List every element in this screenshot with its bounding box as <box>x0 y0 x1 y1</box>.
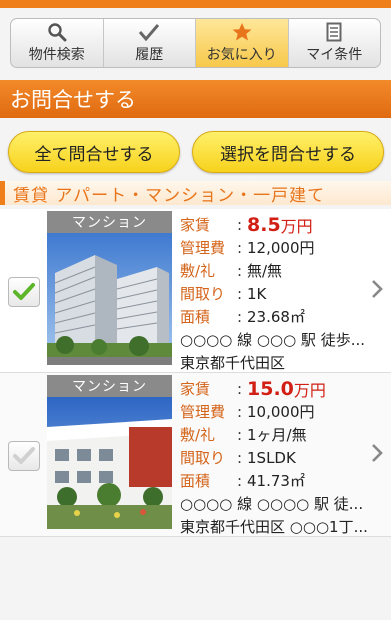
layout-label: 間取り <box>180 285 226 303</box>
station-line: ○○○○ 線 ○○○○ 駅 徒... <box>180 495 364 513</box>
colon: : <box>237 215 243 234</box>
area-label: 面積 <box>180 308 211 326</box>
building-photo <box>47 233 172 365</box>
building-photo <box>47 397 172 529</box>
tab-label: 物件検索 <box>28 47 85 63</box>
fee-label: 管理費 <box>180 239 226 257</box>
rent-line: 家賃:15.0 万円 <box>180 377 375 400</box>
tab-bar: 物件検索 履歴 お気に入り マイ条件 <box>10 18 381 68</box>
tab-favorites[interactable]: お気に入り <box>196 19 289 67</box>
category-header: 賃貸 アパート・マンション・一戸建て <box>0 181 391 206</box>
checkmark-icon <box>138 22 160 42</box>
fee-value: 12,000円 <box>247 239 315 257</box>
fee-line: 管理費:10,000円 <box>180 400 375 423</box>
property-checkbox-checked[interactable] <box>8 277 40 307</box>
chevron-right-icon[interactable] <box>371 443 383 463</box>
top-accent-bar <box>0 0 391 8</box>
rent-line: 家賃:8.5 万円 <box>180 213 375 236</box>
deposit-value: 1ヶ月/無 <box>247 426 307 444</box>
fee-value: 10,000円 <box>247 403 315 421</box>
tab-label: マイ条件 <box>306 47 363 63</box>
inquire-selected-button[interactable]: 選択を問合せする <box>192 131 384 173</box>
colon: : <box>237 402 243 421</box>
fee-line: 管理費:12,000円 <box>180 236 375 259</box>
deposit-line: 敷/礼:1ヶ月/無 <box>180 423 375 446</box>
search-icon <box>47 22 67 42</box>
rent-value: 15.0 <box>247 377 294 400</box>
property-row[interactable]: マンション 家賃:15.0 万円 管理費:10,000円 敷/礼:1ヶ月/無 間取 <box>0 373 391 537</box>
checkmark-icon <box>13 283 35 300</box>
area-value: 23.68㎡ <box>247 308 305 326</box>
rent-label: 家賃 <box>180 380 211 398</box>
tab-property-search[interactable]: 物件検索 <box>11 19 104 67</box>
area-label: 面積 <box>180 472 211 490</box>
property-thumbnail: マンション <box>47 211 172 365</box>
deposit-value: 無/無 <box>247 262 283 280</box>
property-details: 家賃:8.5 万円 管理費:12,000円 敷/礼: 無/無 間取り:1K 面積:2… <box>180 213 375 374</box>
deposit-label: 敷/礼 <box>180 426 216 444</box>
rent-value: 8.5 <box>247 213 281 236</box>
inquire-all-button[interactable]: 全て問合せする <box>8 131 180 173</box>
tab-label: お気に入り <box>206 47 277 63</box>
property-type-badge: マンション <box>47 211 172 233</box>
tab-label: 履歴 <box>135 47 164 63</box>
rent-label: 家賃 <box>180 216 211 234</box>
property-list: マンション 家賃:8.5 万円 管理費:12,000円 敷/礼: 無/無 間取り… <box>0 209 391 537</box>
colon: : <box>237 471 243 490</box>
property-row[interactable]: マンション 家賃:8.5 万円 管理費:12,000円 敷/礼: 無/無 間取り… <box>0 209 391 373</box>
property-type-badge: マンション <box>47 375 172 397</box>
colon: : <box>237 261 243 280</box>
property-checkbox-unchecked[interactable] <box>8 441 40 471</box>
colon: : <box>237 238 243 257</box>
address-line: 東京都千代田区 <box>180 354 286 372</box>
layout-line: 間取り:1SLDK <box>180 446 375 469</box>
chevron-right-icon[interactable] <box>371 279 383 299</box>
area-line: 面積:23.68㎡ <box>180 305 375 328</box>
colon: : <box>237 284 243 303</box>
tab-my-conditions[interactable]: マイ条件 <box>289 19 381 67</box>
deposit-label: 敷/礼 <box>180 262 216 280</box>
fee-label: 管理費 <box>180 403 226 421</box>
rent-unit: 万円 <box>280 216 313 236</box>
tab-history[interactable]: 履歴 <box>104 19 196 67</box>
star-icon <box>231 22 253 42</box>
property-details: 家賃:15.0 万円 管理費:10,000円 敷/礼:1ヶ月/無 間取り:1SLD… <box>180 377 375 538</box>
layout-label: 間取り <box>180 449 226 467</box>
checkmark-icon <box>13 447 35 464</box>
station-line: ○○○○ 線 ○○○ 駅 徒歩... <box>180 331 365 349</box>
colon: : <box>237 425 243 444</box>
layout-line: 間取り:1K <box>180 282 375 305</box>
address-line: 東京都千代田区 ○○○1丁... <box>180 518 368 536</box>
property-thumbnail: マンション <box>47 375 172 529</box>
document-icon <box>326 22 342 42</box>
colon: : <box>237 379 243 398</box>
layout-value: 1SLDK <box>247 448 296 467</box>
colon: : <box>237 448 243 467</box>
layout-value: 1K <box>247 284 267 303</box>
area-value: 41.73㎡ <box>247 472 305 490</box>
page-title: お問合せする <box>0 80 391 118</box>
deposit-line: 敷/礼: 無/無 <box>180 259 375 282</box>
area-line: 面積:41.73㎡ <box>180 469 375 492</box>
colon: : <box>237 307 243 326</box>
rent-unit: 万円 <box>293 380 326 400</box>
